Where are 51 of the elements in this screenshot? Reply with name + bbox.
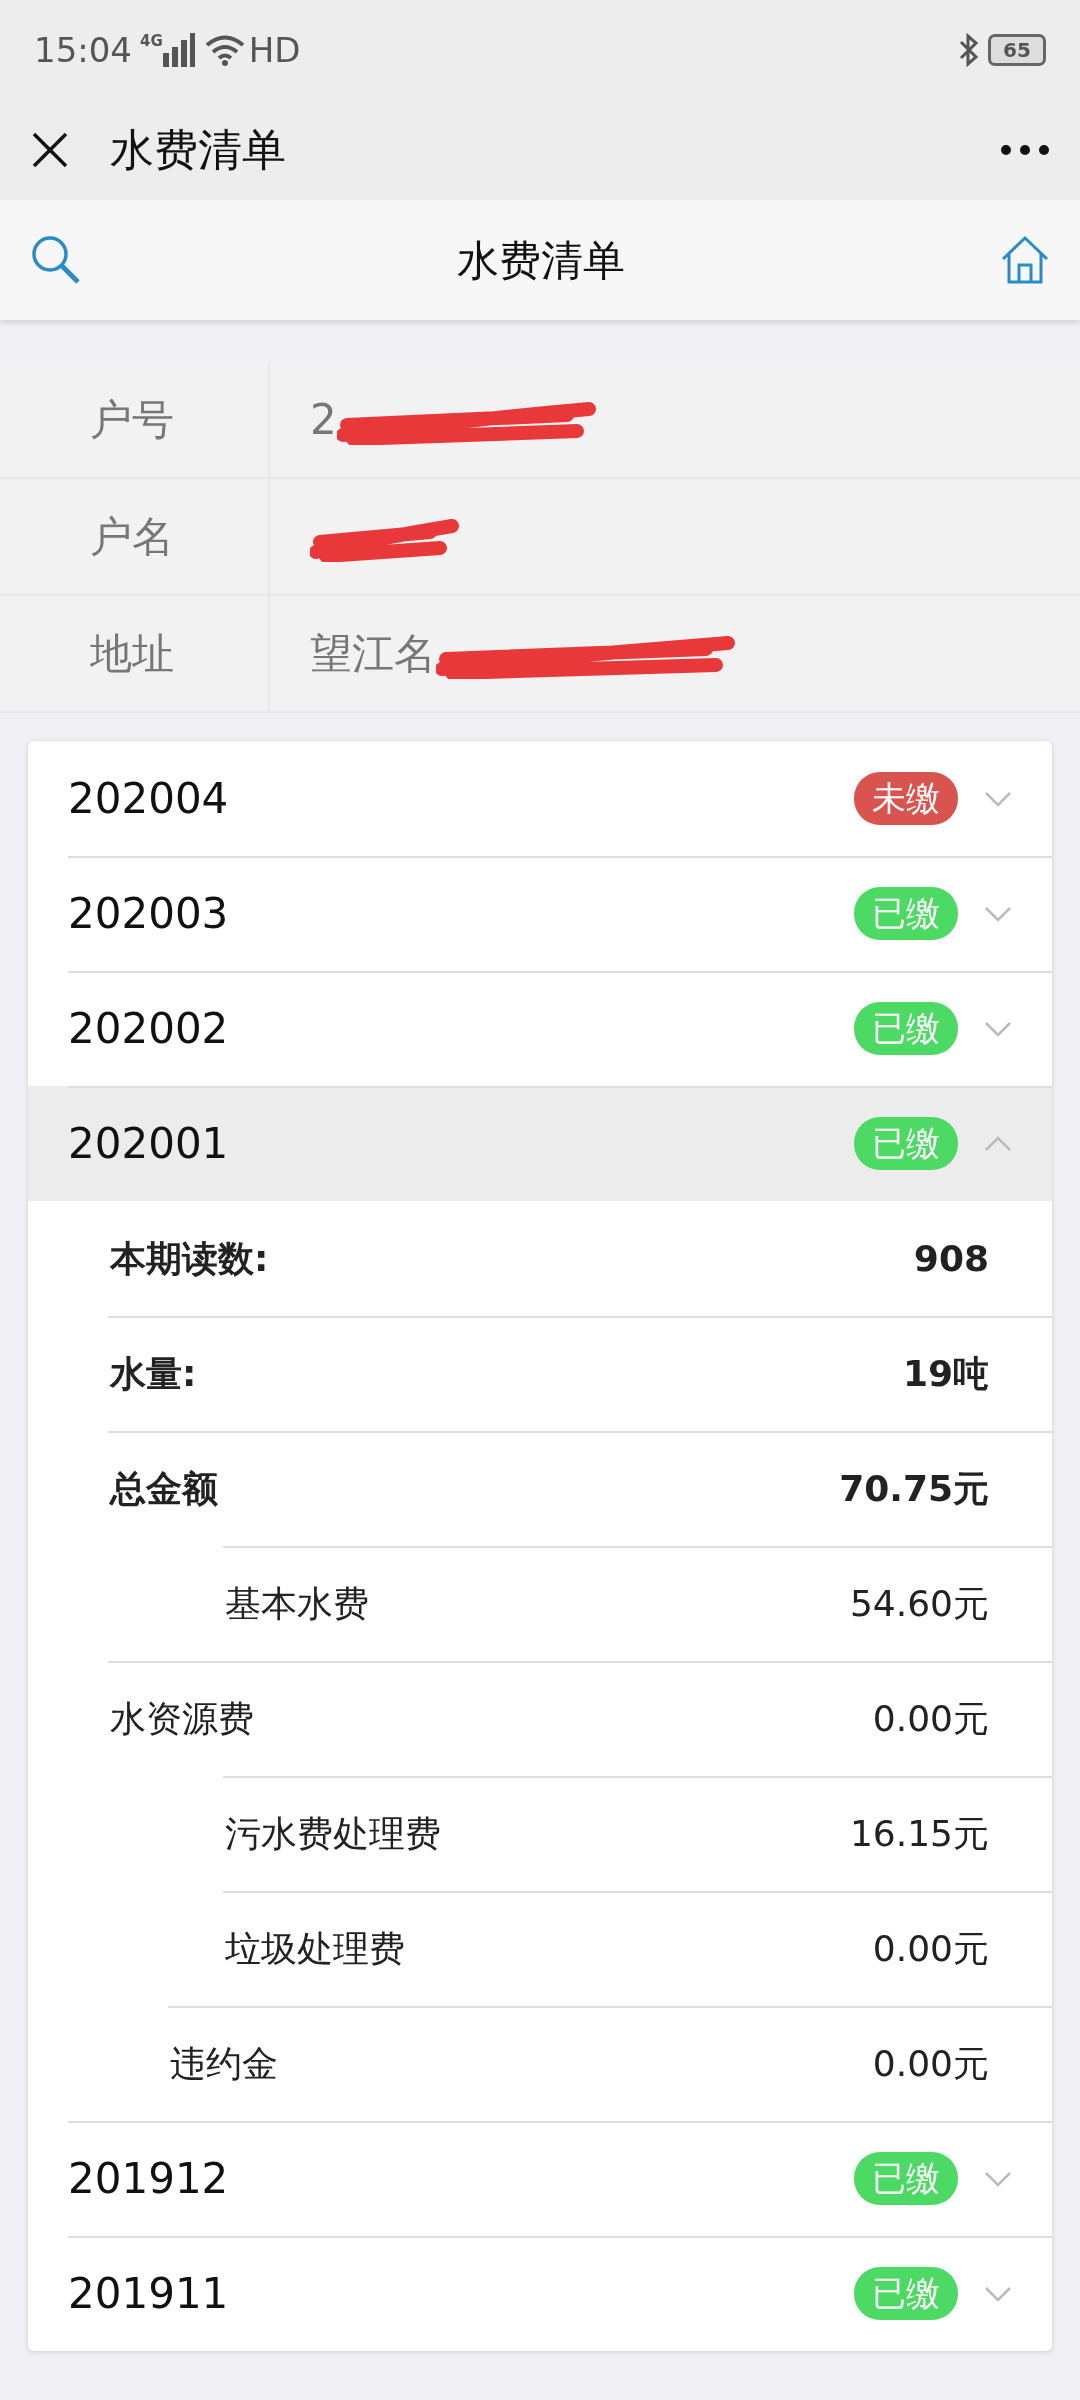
detail-value: 0.00元 (872, 1926, 989, 1971)
detail-label: 总金额 (110, 1466, 218, 1511)
close-icon[interactable] (30, 130, 70, 170)
bill-row[interactable]: 202004 未缴 (28, 741, 1052, 856)
detail-value: 0.00元 (872, 1696, 989, 1741)
detail-label: 垃圾处理费 (225, 1926, 405, 1971)
home-icon[interactable] (1000, 235, 1050, 285)
status-badge: 未缴 (854, 772, 958, 825)
detail-label: 违约金 (170, 2041, 278, 2086)
bluetooth-icon (958, 33, 980, 67)
bill-period: 202004 (68, 773, 229, 825)
bill-period: 202003 (68, 888, 229, 940)
detail-label: 污水费处理费 (225, 1811, 441, 1856)
status-badge: 已缴 (854, 1117, 958, 1170)
detail-value: 70.75元 (839, 1466, 989, 1511)
detail-label: 水资源费 (110, 1696, 254, 1741)
field-label: 户名 (0, 479, 270, 594)
page-title: 水费清单 (457, 234, 625, 287)
detail-label: 水量: (110, 1351, 197, 1396)
more-icon[interactable] (1000, 144, 1050, 156)
time: 15:04 (34, 28, 132, 72)
detail-label: 本期读数: (110, 1236, 269, 1281)
field-label: 户号 (0, 362, 270, 477)
bill-row[interactable]: 201911 已缴 (28, 2236, 1052, 2351)
network-label: 4G (140, 31, 163, 52)
app-bar-title: 水费清单 (110, 123, 286, 177)
status-badge: 已缴 (854, 2267, 958, 2320)
wifi-icon (204, 34, 245, 66)
detail-value: 0.00元 (872, 2041, 989, 2086)
bill-row[interactable]: 201912 已缴 (28, 2121, 1052, 2236)
bill-period: 201912 (68, 2153, 229, 2205)
bill-period: 202001 (68, 1118, 229, 1170)
detail-label: 基本水费 (225, 1581, 369, 1626)
bill-period: 202002 (68, 1003, 229, 1055)
battery-icon: 65 (988, 34, 1046, 66)
status-badge: 已缴 (854, 1002, 958, 1055)
detail-value: 16.15元 (849, 1811, 989, 1856)
detail-value: 19吨 (902, 1351, 989, 1396)
detail-value: 54.60元 (849, 1581, 989, 1626)
search-icon[interactable] (30, 234, 82, 286)
signal-icon (162, 33, 195, 67)
bill-row[interactable]: 202003 已缴 (28, 856, 1052, 971)
bill-row[interactable]: 202002 已缴 (28, 971, 1052, 1086)
field-label: 地址 (0, 596, 270, 711)
field-value: 2 (310, 394, 337, 446)
status-badge: 已缴 (854, 2152, 958, 2205)
bill-period: 201911 (68, 2268, 229, 2320)
field-value: 望江名 (310, 628, 436, 680)
detail-value: 908 (913, 1236, 989, 1281)
status-badge: 已缴 (854, 887, 958, 940)
hd-label: HD (248, 28, 301, 72)
